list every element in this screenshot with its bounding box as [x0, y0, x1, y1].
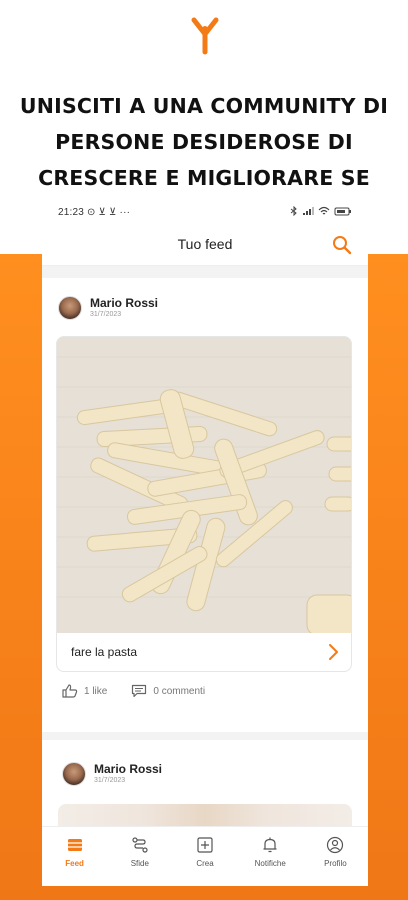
post-date: 31/7/2023 — [94, 777, 126, 784]
status-time: 21:23 ⊙ ⊻ ⊻ ··· — [58, 207, 131, 218]
bell-icon — [263, 837, 277, 853]
avatar[interactable] — [62, 762, 86, 786]
status-bar: 21:23 ⊙ ⊻ ⊻ ··· — [42, 200, 368, 224]
bottom-navigation: Feed Sfide Crea Notifiche Profilo — [42, 826, 368, 886]
nav-label: Sfide — [130, 859, 149, 868]
like-count: 1 like — [84, 685, 108, 697]
search-icon[interactable] — [332, 235, 352, 255]
comment-count: 0 commenti — [153, 685, 206, 697]
post-image[interactable] — [57, 337, 352, 633]
feed-icon — [67, 839, 82, 851]
route-icon — [132, 837, 148, 853]
nav-notifiche[interactable]: Notifiche — [238, 827, 303, 886]
post-actions: 1 like 0 commenti — [62, 684, 229, 698]
nav-sfide[interactable]: Sfide — [107, 827, 172, 886]
post-author[interactable]: Mario Rossi — [90, 296, 158, 310]
nav-crea[interactable]: Crea — [172, 827, 237, 886]
post-content-card[interactable]: fare la pasta — [56, 336, 352, 672]
nav-profilo[interactable]: Profilo — [303, 827, 368, 886]
headline-line-2: PERSONE DESIDEROSE DI — [55, 130, 353, 154]
plus-square-icon — [197, 837, 213, 853]
post-date: 31/7/2023 — [90, 311, 122, 318]
feed-post: Mario Rossi 31/7/2023 — [42, 278, 368, 732]
nav-label: Crea — [196, 859, 214, 868]
avatar[interactable] — [58, 296, 82, 320]
phone-screen: 21:23 ⊙ ⊻ ⊻ ··· Tuo feed Mario Rossi 31/… — [42, 200, 368, 886]
thumb-up-icon — [62, 684, 78, 698]
nav-label: Notifiche — [254, 859, 286, 868]
like-button[interactable]: 1 like — [62, 684, 107, 698]
nav-label: Profilo — [324, 859, 347, 868]
post-caption[interactable]: fare la pasta — [71, 645, 137, 659]
comment-button[interactable]: 0 commenti — [131, 684, 205, 698]
signal-icon — [303, 207, 314, 215]
nav-label: Feed — [65, 859, 84, 868]
comment-icon — [132, 684, 147, 698]
post-author[interactable]: Mario Rossi — [94, 762, 162, 776]
feed-post: Mario Rossi 31/7/2023 — [42, 740, 368, 844]
battery-icon — [334, 207, 351, 216]
bluetooth-icon — [290, 206, 297, 216]
app-bar: Tuo feed — [42, 224, 368, 266]
status-icons — [290, 206, 352, 216]
page-title: Tuo feed — [177, 236, 233, 252]
wifi-icon — [318, 206, 330, 215]
headline-line-1: UNISCITI A UNA COMMUNITY DI — [19, 94, 389, 118]
user-circle-icon — [327, 836, 344, 854]
brand-logo — [191, 17, 219, 55]
chevron-right-icon[interactable] — [325, 643, 341, 661]
nav-feed[interactable]: Feed — [42, 827, 107, 886]
